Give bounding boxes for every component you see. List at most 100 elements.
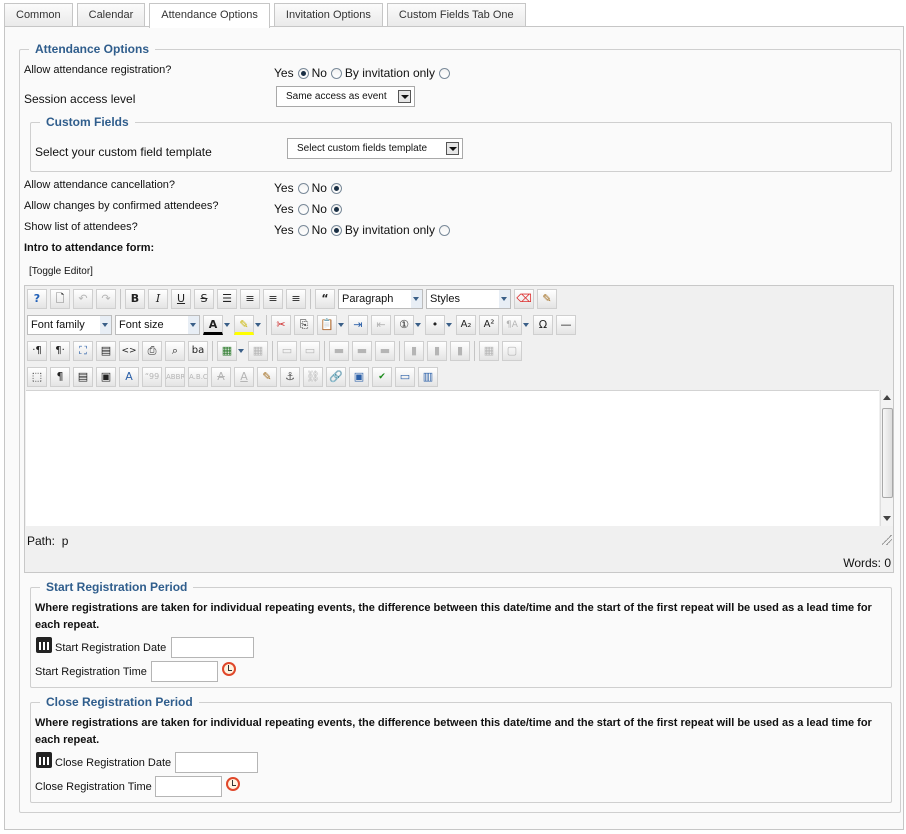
highlight-icon[interactable]: ✎	[234, 315, 254, 335]
tab-calendar[interactable]: Calendar	[76, 3, 146, 27]
allow-cancellation-no-radio[interactable]	[330, 182, 342, 194]
chevron-down-icon[interactable]	[414, 315, 422, 335]
new-document-icon[interactable]: 🗋	[50, 289, 70, 309]
insert-col-before-icon[interactable]: ▮	[404, 341, 424, 361]
close-registration-time-input[interactable]	[155, 776, 222, 797]
link-icon[interactable]: 🔗	[326, 367, 346, 387]
cleanup-icon[interactable]: ✎	[537, 289, 557, 309]
allow-registration-yes-radio[interactable]	[297, 67, 309, 79]
chevron-down-icon[interactable]	[237, 341, 245, 361]
page-break-icon[interactable]: ▭	[395, 367, 415, 387]
allow-changes-no-radio[interactable]	[330, 203, 342, 215]
styles-select[interactable]: Styles	[426, 289, 511, 309]
abbr-icon[interactable]: ABBR	[165, 367, 185, 387]
tab-common[interactable]: Common	[4, 3, 73, 27]
acronym-icon[interactable]: A.B.C	[188, 367, 208, 387]
unlink-icon[interactable]: ⛓	[303, 367, 323, 387]
chevron-down-icon[interactable]	[445, 315, 453, 335]
image-icon[interactable]: ▣	[349, 367, 369, 387]
chevron-down-icon[interactable]	[522, 315, 530, 335]
delete-table-icon[interactable]: ▦	[248, 341, 268, 361]
split-cells-icon[interactable]: ▦	[479, 341, 499, 361]
merge-cells-icon[interactable]: ▢	[502, 341, 522, 361]
direction-icon[interactable]: ¶A	[502, 315, 522, 335]
paste-icon[interactable]: 📋	[317, 315, 337, 335]
fullscreen-icon[interactable]: ⛶	[73, 341, 93, 361]
insert-layer-icon[interactable]: ▣	[96, 367, 116, 387]
editor-scrollbar[interactable]	[880, 390, 893, 526]
copy-icon[interactable]: ⎘	[294, 315, 314, 335]
tab-custom-fields-tab-one[interactable]: Custom Fields Tab One	[386, 3, 526, 27]
font-family-select[interactable]: Font family	[27, 315, 112, 335]
font-color-icon[interactable]: A	[203, 315, 223, 335]
bold-icon[interactable]: B	[125, 289, 145, 309]
show-attendees-yes-radio[interactable]	[297, 224, 309, 236]
template-icon[interactable]: ▤	[96, 341, 116, 361]
font-size-select[interactable]: Font size	[115, 315, 200, 335]
show-blocks-icon[interactable]: ¶	[50, 367, 70, 387]
scroll-thumb[interactable]	[882, 408, 893, 498]
attribs-icon[interactable]: ✎	[257, 367, 277, 387]
read-more-icon[interactable]: ▥	[418, 367, 438, 387]
custom-field-template-select[interactable]: Select custom fields template	[287, 138, 463, 159]
outdent-icon[interactable]: ⇤	[371, 315, 391, 335]
tab-attendance-options[interactable]: Attendance Options	[149, 3, 270, 28]
print-icon[interactable]: ⎙	[142, 341, 162, 361]
show-attendees-no-radio[interactable]	[330, 224, 342, 236]
justify-full-icon[interactable]: ☰	[217, 289, 237, 309]
table-icon[interactable]: ▦	[217, 341, 237, 361]
insert-col-after-icon[interactable]: ▮	[427, 341, 447, 361]
chevron-down-icon[interactable]	[223, 315, 231, 335]
superscript-icon[interactable]: A²	[479, 315, 499, 335]
cell-props-icon[interactable]: ▭	[300, 341, 320, 361]
align-left-icon[interactable]: ≡	[263, 289, 283, 309]
calendar-icon[interactable]	[36, 637, 52, 653]
tab-invitation-options[interactable]: Invitation Options	[273, 3, 383, 27]
chevron-down-icon[interactable]	[337, 315, 345, 335]
code-icon[interactable]: <>	[119, 341, 139, 361]
editor-content-area[interactable]	[26, 390, 879, 526]
style-props-icon[interactable]: A	[119, 367, 139, 387]
allow-cancellation-yes-radio[interactable]	[297, 182, 309, 194]
visual-aid-icon[interactable]: ⬚	[27, 367, 47, 387]
allow-changes-yes-radio[interactable]	[297, 203, 309, 215]
start-registration-date-input[interactable]	[171, 637, 254, 658]
help-icon[interactable]: ?	[27, 289, 47, 309]
spellcheck-icon[interactable]: ✔	[372, 367, 392, 387]
start-registration-time-input[interactable]	[151, 661, 218, 682]
insert-row-before-icon[interactable]: ▬	[329, 341, 349, 361]
clock-icon[interactable]	[226, 777, 240, 791]
remove-format-icon[interactable]: ⌫	[514, 289, 534, 309]
chevron-down-icon[interactable]	[254, 315, 262, 335]
show-attendees-invite-radio[interactable]	[438, 224, 450, 236]
close-registration-date-input[interactable]	[175, 752, 258, 773]
insert-row-after-icon[interactable]: ▬	[352, 341, 372, 361]
strikethrough-icon[interactable]: S	[194, 289, 214, 309]
undo-icon[interactable]: ↶	[73, 289, 93, 309]
session-access-select[interactable]: Same access as event	[276, 86, 415, 107]
row-props-icon[interactable]: ▭	[277, 341, 297, 361]
ins-icon[interactable]: A	[234, 367, 254, 387]
align-right-icon[interactable]: ≡	[286, 289, 306, 309]
redo-icon[interactable]: ↷	[96, 289, 116, 309]
scroll-down-icon[interactable]	[883, 516, 891, 521]
clock-icon[interactable]	[222, 662, 236, 676]
scroll-up-icon[interactable]	[883, 395, 891, 400]
cut-icon[interactable]: ✂	[271, 315, 291, 335]
calendar-icon[interactable]	[36, 752, 52, 768]
underline-icon[interactable]: U	[171, 289, 191, 309]
ltr-icon[interactable]: ·¶	[27, 341, 47, 361]
cite-icon[interactable]: “99	[142, 367, 162, 387]
ordered-list-icon[interactable]: ①	[394, 315, 414, 335]
format-select[interactable]: Paragraph	[338, 289, 423, 309]
rtl-icon[interactable]: ¶·	[50, 341, 70, 361]
delete-row-icon[interactable]: ▬	[375, 341, 395, 361]
indent-icon[interactable]: ⇥	[348, 315, 368, 335]
insert-file-icon[interactable]: ▤	[73, 367, 93, 387]
italic-icon[interactable]: I	[148, 289, 168, 309]
subscript-icon[interactable]: A₂	[456, 315, 476, 335]
allow-registration-no-radio[interactable]	[330, 67, 342, 79]
replace-icon[interactable]: ba	[188, 341, 208, 361]
blockquote-icon[interactable]: “	[315, 289, 335, 309]
allow-registration-invite-radio[interactable]	[438, 67, 450, 79]
